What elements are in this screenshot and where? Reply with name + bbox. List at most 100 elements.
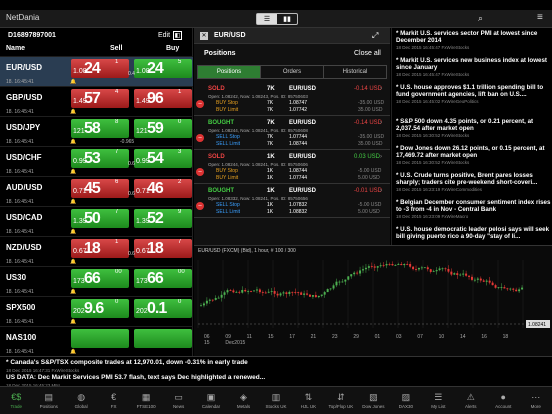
chevron-right-icon[interactable]: › — [380, 154, 382, 160]
alert-icon[interactable]: 🔔 — [70, 109, 76, 115]
alert-icon[interactable]: 🔔 — [70, 169, 76, 175]
chart-view-button[interactable]: ▮▮ — [277, 14, 297, 24]
tab-alerts[interactable]: ⚠ Alerts — [455, 387, 487, 414]
quote-row[interactable]: USD/CHF 18. 16:45:41 0.99 53 7 0.99 54 3 0.6 🔔 — [0, 146, 193, 176]
delete-position-icon[interactable]: – — [196, 168, 204, 176]
sell-price-button[interactable]: 1.49 57 4 — [71, 89, 129, 108]
ticker-headline[interactable]: US DATA: Dec Markit Services PMI 53.7 fl… — [6, 374, 265, 381]
news-item[interactable]: * Markit U.S. services sector PMI at low… — [396, 30, 551, 50]
position-item[interactable]: BOUGHT 1K EUR/USD -0.01 USD Open: 1.08332, N… — [194, 184, 390, 218]
buy-price-button[interactable] — [134, 329, 192, 348]
quote-row[interactable]: SPX500 18. 16:45:41 202 9.6 0 202 0.1 0 🔔 — [0, 296, 193, 326]
tab-account[interactable]: ● Account — [487, 387, 519, 414]
sell-price-button[interactable]: 0.71 45 6 — [71, 179, 129, 198]
tab-fx[interactable]: € FX — [97, 387, 129, 414]
edit-icon[interactable]: ◧ — [173, 31, 182, 40]
chevron-right-icon[interactable]: › — [380, 188, 382, 194]
news-item[interactable]: * U.S. house democratic leader pelosi sa… — [396, 226, 551, 241]
news-ticker[interactable]: * Canada's S&P/TSX composite trades at 1… — [0, 356, 552, 388]
chevron-right-icon[interactable]: › — [380, 120, 382, 126]
quote-row[interactable]: USD/JPY 18. 16:45:41 121 58 8 121 59 0 🔔 -0.965 — [0, 116, 193, 146]
expand-icon[interactable]: ⤢ — [372, 31, 378, 41]
quote-row[interactable]: EUR/USD 18. 16:45:41 1.08 24 1 1.08 24 5 0.4 🔔 — [0, 56, 193, 86]
tab-trade[interactable]: €$ Trade — [0, 387, 32, 414]
close-all-button[interactable]: Close all — [354, 50, 381, 57]
alert-icon[interactable]: 🔔 — [70, 319, 76, 325]
sell-price-button[interactable]: 1.39 50 7 — [71, 209, 129, 228]
menu-icon[interactable]: ≡ — [537, 12, 543, 23]
tab-my-list[interactable]: ☰ My List — [422, 387, 454, 414]
order-pl: 35.00 USD — [358, 107, 383, 113]
delete-position-icon[interactable]: – — [196, 100, 204, 108]
tab-dax30[interactable]: ▨ DAX30 — [390, 387, 422, 414]
tab-positions[interactable]: Positions — [198, 66, 261, 78]
sell-price-button[interactable] — [71, 329, 129, 348]
position-item[interactable]: BOUGHT 7K EUR/USD -0.14 USD Open: 1.08244, N… — [194, 116, 390, 150]
buy-price-button[interactable]: 1.49 96 1 — [134, 89, 192, 108]
alert-icon[interactable]: 🔔 — [70, 139, 76, 145]
buy-price-button[interactable]: 1.39 52 9 — [134, 209, 192, 228]
buy-price-button[interactable]: 0.67 18 7 — [134, 239, 192, 258]
ticker-headline[interactable]: * Canada's S&P/TSX composite trades at 1… — [6, 359, 248, 366]
tab-orders[interactable]: Orders — [261, 66, 324, 78]
tab-dow-jones[interactable]: ▧ Dow Jones — [357, 387, 389, 414]
chart-candle — [202, 303, 205, 306]
search-icon[interactable]: ⌕ — [478, 13, 483, 24]
news-item[interactable]: * Belgian December consumer sentiment in… — [396, 199, 551, 219]
tab-global[interactable]: ◍ Global — [65, 387, 97, 414]
quote-row[interactable]: NAS100 18. 16:45:41 🔔 — [0, 326, 193, 356]
alert-icon[interactable]: 🔔 — [70, 199, 76, 205]
tab-hjl-uk[interactable]: ⇅ HJL UK — [292, 387, 324, 414]
quote-row[interactable]: AUD/USD 18. 16:45:41 0.71 45 6 0.71 46 2 0.6 🔔 — [0, 176, 193, 206]
news-item[interactable]: * S&P 500 down 4.35 points, or 0.21 perc… — [396, 118, 551, 138]
symbol-label: EUR/USD — [6, 63, 43, 72]
sell-price-button[interactable]: 1.08 24 1 — [71, 59, 129, 78]
alert-icon[interactable]: 🔔 — [70, 79, 76, 85]
list-view-button[interactable]: ☰ — [257, 14, 277, 24]
tab-more[interactable]: ⋯ More — [520, 387, 552, 414]
tab-positions[interactable]: ▤ Positions — [32, 387, 64, 414]
view-toggle[interactable]: ☰ ▮▮ — [256, 13, 298, 25]
quote-row[interactable]: GBP/USD 18. 16:45:41 1.49 57 4 1.49 96 1 🔔 — [0, 86, 193, 116]
position-item[interactable]: SOLD 7K EUR/USD -0.14 USD Open: 1.08242, Now… — [194, 82, 390, 116]
delete-position-icon[interactable]: – — [196, 134, 204, 142]
buy-price-button[interactable]: 1.08 24 5 — [134, 59, 192, 78]
quote-row[interactable]: USD/CAD 18. 16:45:41 1.39 50 7 1.39 52 9 🔔 — [0, 206, 193, 236]
sell-price-button[interactable]: 0.67 18 1 — [71, 239, 129, 258]
tab-historical[interactable]: Historical — [324, 66, 386, 78]
edit-button[interactable]: Edit — [158, 32, 170, 39]
chevron-right-icon[interactable]: › — [380, 86, 382, 92]
buy-price-button[interactable]: 202 0.1 0 — [134, 299, 192, 318]
positions-title: Positions — [204, 50, 236, 57]
tab-metals[interactable]: ◈ Metals — [227, 387, 259, 414]
delete-position-icon[interactable]: – — [196, 202, 204, 210]
buy-price-button[interactable]: 0.71 46 2 — [134, 179, 192, 198]
chart-x-label: 07 — [417, 334, 423, 340]
news-item[interactable]: * U.S. Crude turns positive, Brent pares… — [396, 172, 551, 192]
sell-price-button[interactable]: 0.99 53 7 — [71, 149, 129, 168]
sell-price-button[interactable]: 202 9.6 0 — [71, 299, 129, 318]
quote-row[interactable]: NZD/USD 18. 16:45:41 0.67 18 1 0.67 18 7 0.6 🔔 — [0, 236, 193, 266]
close-icon[interactable]: ✕ — [200, 32, 208, 40]
alert-icon[interactable]: 🔔 — [70, 349, 76, 355]
buy-price-button[interactable]: 121 59 0 — [134, 119, 192, 138]
alert-icon[interactable]: 🔔 — [70, 259, 76, 265]
quote-row[interactable]: US30 18. 16:45:41 173 66 00 173 66 00 🔔 — [0, 266, 193, 296]
news-item[interactable]: * Markit U.S. services new business inde… — [396, 57, 551, 77]
news-item[interactable]: * U.S. house approves $1.1 trillion spen… — [396, 84, 551, 104]
alert-icon[interactable]: 🔔 — [70, 289, 76, 295]
tab-stocks-uk[interactable]: ▥ Stocks UK — [260, 387, 292, 414]
news-item[interactable]: * Dow Jones down 26.12 points, or 0.15 p… — [396, 145, 551, 165]
alert-icon[interactable]: 🔔 — [70, 229, 76, 235]
chart-candle — [459, 274, 462, 276]
price-chart[interactable]: EUR/USD (FXCM) (Bid), 1 hour, # 100 / 30… — [194, 245, 552, 356]
sell-price-button[interactable]: 121 58 8 — [71, 119, 129, 138]
tab-news[interactable]: ▭ News — [162, 387, 194, 414]
sell-price-button[interactable]: 173 66 00 — [71, 269, 129, 288]
position-item[interactable]: SOLD 1K EUR/USD 0.03 USD Open: 1.08244, Now:… — [194, 150, 390, 184]
buy-price-button[interactable]: 0.99 54 3 — [134, 149, 192, 168]
tab-top-flop-uk[interactable]: ⇵ Top/Flop UK — [325, 387, 357, 414]
buy-price-button[interactable]: 173 66 00 — [134, 269, 192, 288]
tab-calendar[interactable]: ▣ Calendar — [195, 387, 227, 414]
tab-ftse100[interactable]: ▦ FTSE100 — [130, 387, 162, 414]
